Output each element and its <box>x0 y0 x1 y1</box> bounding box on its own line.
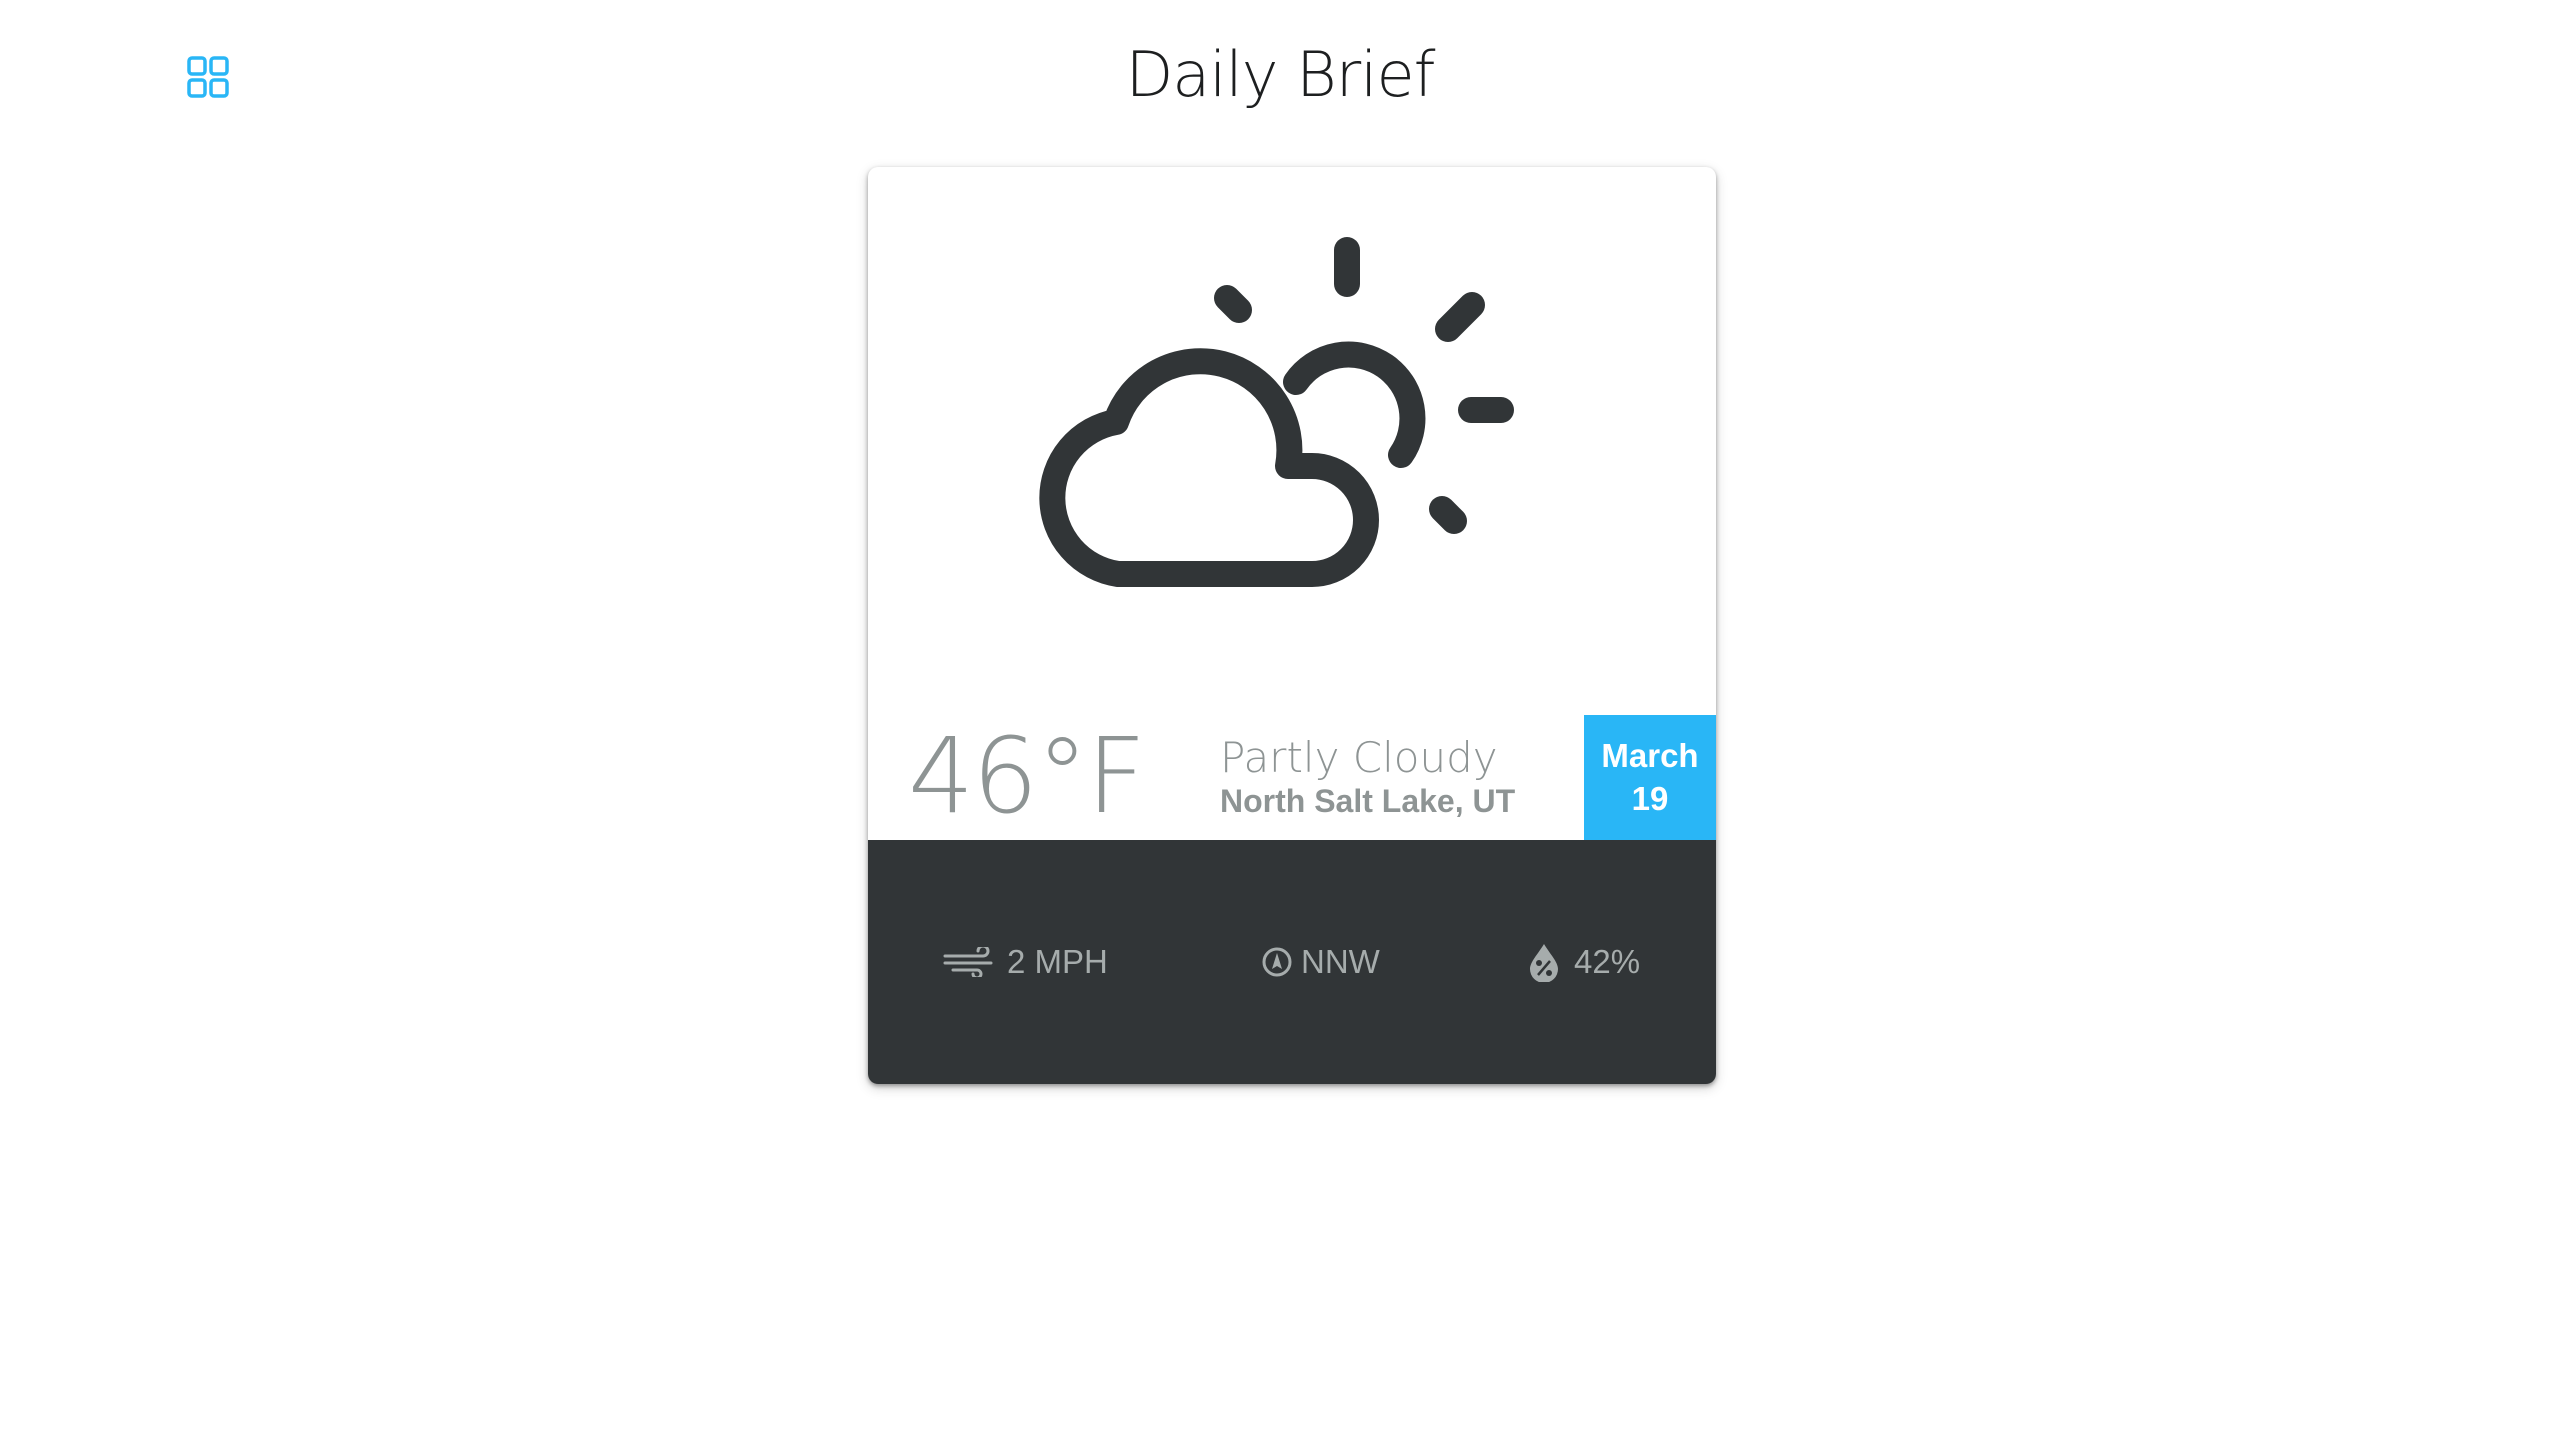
wind-speed-stat: 2 MPH <box>943 840 1108 1084</box>
date-month: March <box>1601 736 1699 774</box>
humidity-value: 42% <box>1574 943 1641 980</box>
page: Daily Brief 46°F Partly Cloudy North Sal… <box>0 0 2560 1448</box>
partly-cloudy-icon <box>1039 237 1514 587</box>
page-title: Daily Brief <box>1125 38 1436 111</box>
wind-direction-stat: NNW <box>1261 840 1380 1084</box>
date-badge: March 19 <box>1584 715 1716 840</box>
temperature: 46°F <box>908 715 1146 837</box>
wind-speed-value: 2 MPH <box>1007 943 1108 980</box>
weather-info-row: 46°F Partly Cloudy North Salt Lake, UT M… <box>868 715 1716 840</box>
wind-icon <box>943 947 995 977</box>
weather-condition: Partly Cloudy <box>1220 733 1498 782</box>
date-day: 19 <box>1631 779 1669 817</box>
location: North Salt Lake, UT <box>1220 783 1516 819</box>
weather-illustration <box>868 167 1716 715</box>
weather-stats-bar: 2 MPH NNW 42% <box>868 840 1716 1084</box>
compass-icon <box>1261 946 1293 978</box>
weather-card[interactable]: 46°F Partly Cloudy North Salt Lake, UT M… <box>868 167 1716 1084</box>
wind-direction-value: NNW <box>1301 943 1380 980</box>
humidity-stat: 42% <box>1528 840 1640 1084</box>
humidity-drop-icon <box>1528 942 1560 982</box>
